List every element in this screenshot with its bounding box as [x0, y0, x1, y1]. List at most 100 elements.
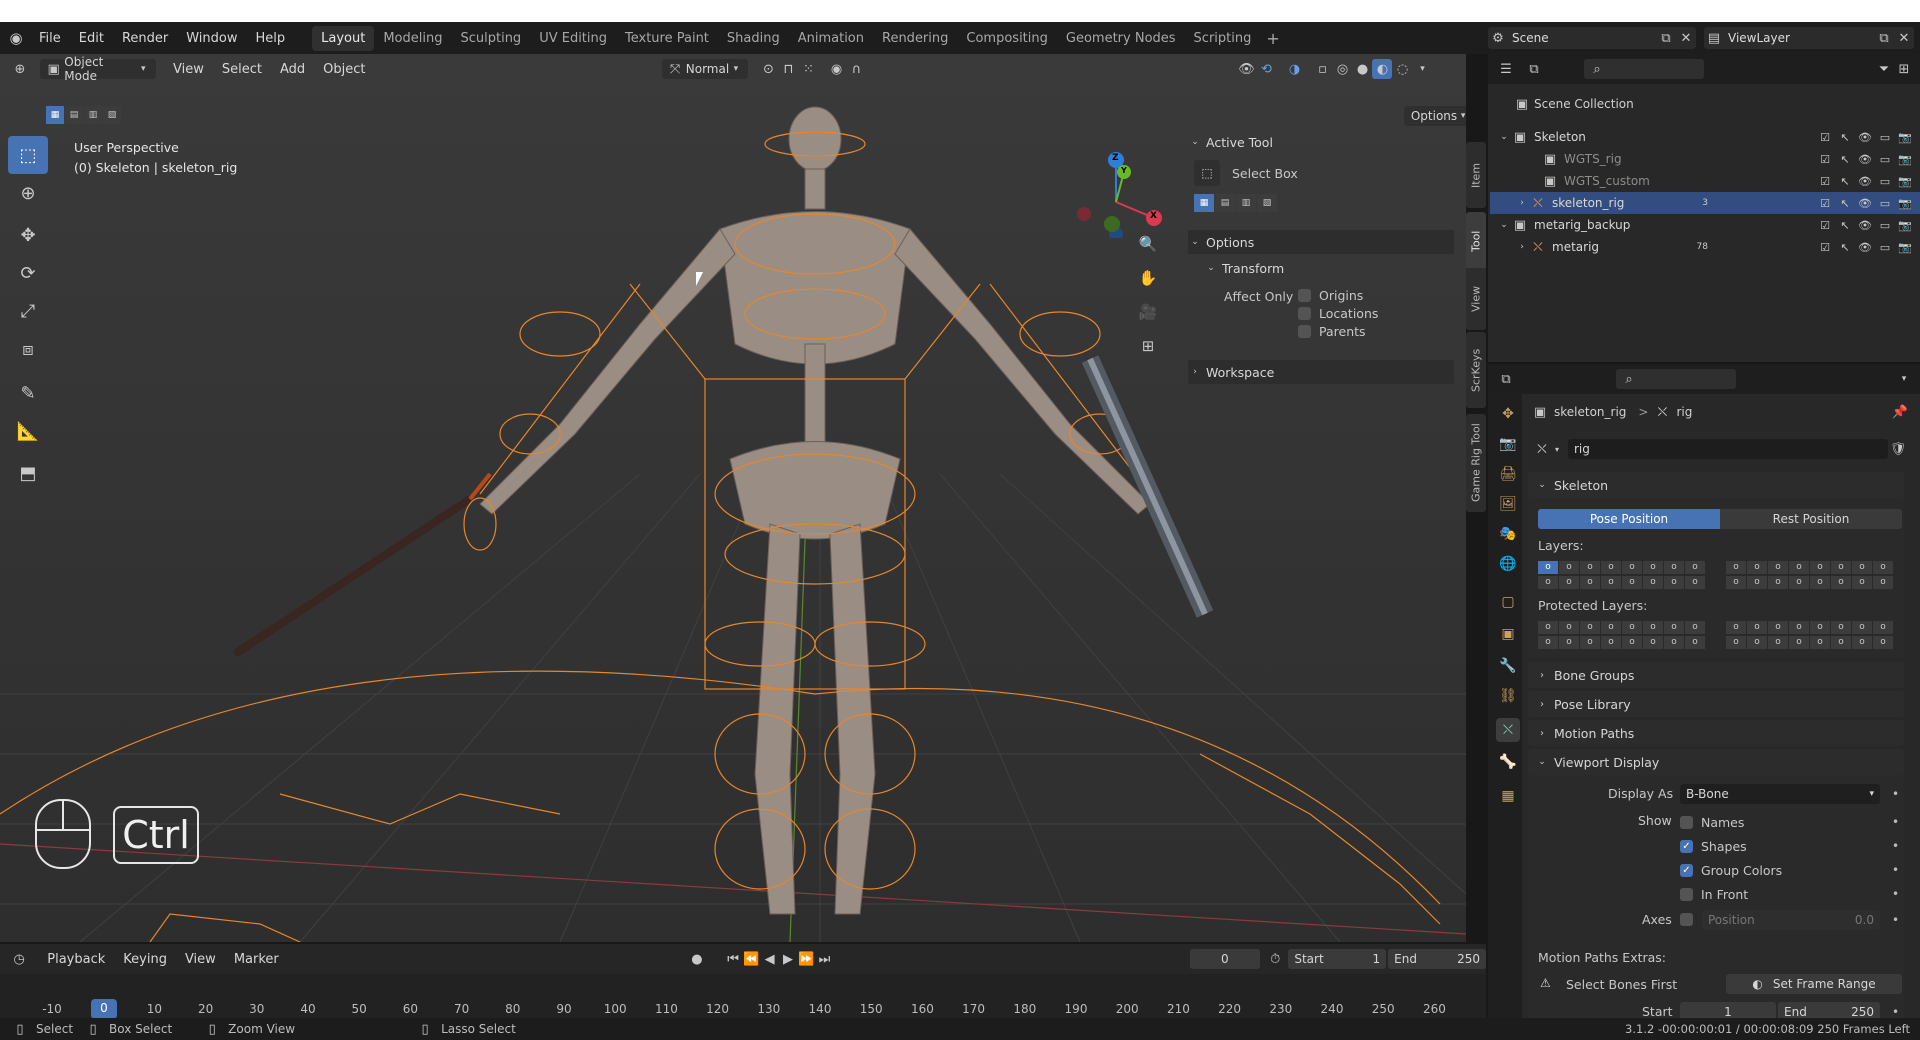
transform-tool[interactable]: ⧈ — [8, 330, 48, 368]
expand-arrow-icon[interactable]: ⌄ — [1498, 215, 1510, 235]
protected-layer-toggle[interactable]: o — [1726, 635, 1746, 649]
editor-type-icon[interactable]: ⊕ — [10, 59, 30, 79]
overlay-toggle-icon[interactable]: ◑ — [1284, 59, 1304, 79]
world-tab-icon[interactable]: 🌐 — [1496, 552, 1520, 576]
bone-layer-toggle[interactable]: o — [1643, 560, 1663, 574]
motion-paths-section[interactable]: › Motion Paths — [1528, 720, 1904, 746]
affect-locations[interactable]: Locations — [1298, 304, 1378, 322]
checkbox-icon[interactable]: ☑ — [1818, 219, 1832, 232]
expand-arrow-icon[interactable] — [1516, 149, 1528, 169]
protected-layer-toggle[interactable]: o — [1601, 620, 1621, 634]
timeline-menu-view[interactable]: View — [176, 952, 225, 967]
outliner-row-skeleton[interactable]: ⌄ ▣ Skeleton ☑ ↖ 👁 ▭ 📷 — [1490, 126, 1920, 148]
affect-origins[interactable]: Origins — [1298, 286, 1378, 304]
display-as-dropdown[interactable]: B-Bone ▾ — [1680, 784, 1880, 804]
protected-layer-toggle[interactable]: o — [1622, 620, 1642, 634]
sidebar-tab-item[interactable]: Item — [1466, 142, 1486, 208]
protected-layer-toggle[interactable]: o — [1873, 620, 1893, 634]
tab-texture-paint[interactable]: Texture Paint — [616, 26, 718, 51]
tool-mode-extend-icon[interactable]: ▤ — [1215, 194, 1235, 212]
menu-file[interactable]: File — [30, 31, 70, 46]
protected-layer-toggle[interactable]: o — [1810, 635, 1830, 649]
sidebar-tab-scrkeys[interactable]: ScrKeys — [1466, 332, 1486, 408]
current-frame-field[interactable]: 0 — [1189, 949, 1261, 969]
view-layer-tab-icon[interactable]: 🖼 — [1496, 492, 1520, 516]
protected-layer-toggle[interactable]: o — [1831, 635, 1851, 649]
bone-layer-toggle[interactable]: o — [1873, 560, 1893, 574]
menu-edit[interactable]: Edit — [70, 31, 113, 46]
shading-options-icon[interactable]: ▾ — [1412, 59, 1432, 79]
ortho-grid-icon[interactable]: ⊞ — [1138, 336, 1158, 356]
bone-layer-toggle[interactable]: o — [1873, 575, 1893, 589]
keyframe-dot[interactable]: • — [1892, 863, 1899, 877]
outliner-row-skeleton-rig[interactable]: › ⛌ skeleton_rig 3 ☑ ↖ 👁 ▭ 📷 — [1490, 192, 1920, 214]
tab-compositing[interactable]: Compositing — [957, 26, 1057, 51]
camera-icon[interactable]: 📷 — [1898, 219, 1912, 232]
axes-position-field[interactable]: Position 0.0 — [1702, 910, 1880, 930]
bone-layer-toggle[interactable]: o — [1538, 560, 1558, 574]
bone-layer-toggle[interactable]: o — [1747, 575, 1767, 589]
eye-icon[interactable]: 👁 — [1858, 175, 1872, 188]
data-name-input[interactable]: rig — [1568, 439, 1888, 459]
select-invert-icon[interactable]: ▧ — [103, 106, 121, 124]
data-block-field[interactable]: ⛌ ▾ rig 🛡 — [1532, 438, 1908, 460]
tab-scripting[interactable]: Scripting — [1185, 26, 1261, 51]
protected-layer-toggle[interactable]: o — [1643, 635, 1663, 649]
protected-layer-toggle[interactable]: o — [1789, 620, 1809, 634]
bone-layer-toggle[interactable]: o — [1789, 575, 1809, 589]
navigation-gizmo[interactable]: Z X Y — [1070, 142, 1166, 241]
new-scene-icon[interactable]: ⧉ — [1656, 28, 1676, 48]
axes-checkbox[interactable] — [1680, 913, 1693, 926]
protected-layer-toggle[interactable]: o — [1768, 620, 1788, 634]
protected-layer-toggle[interactable]: o — [1622, 635, 1642, 649]
sidebar-tab-game-rig-tool[interactable]: Game Rig Tool — [1466, 414, 1486, 512]
properties-editor-icon[interactable]: ⧉ — [1496, 369, 1516, 389]
new-collection-icon[interactable]: ⊞ — [1894, 59, 1914, 79]
options-header[interactable]: ⌄ Options — [1188, 230, 1454, 254]
tool-mode-subtract-icon[interactable]: ▥ — [1236, 194, 1256, 212]
blender-logo-icon[interactable]: ◉ — [6, 28, 26, 48]
mode-dropdown[interactable]: ▣ Object Mode ▾ — [40, 55, 156, 83]
bone-layer-toggle[interactable]: o — [1685, 560, 1705, 574]
protected-layer-toggle[interactable]: o — [1852, 635, 1872, 649]
bone-layer-toggle[interactable]: o — [1559, 560, 1579, 574]
outliner-editor-icon[interactable]: ☰ — [1496, 59, 1516, 79]
show-in-front[interactable]: In Front • — [1680, 882, 1899, 906]
falloff-icon[interactable]: ∩ — [846, 59, 866, 79]
next-keyframe-icon[interactable]: ⏩ — [797, 949, 815, 969]
select-box-tool[interactable]: ⬚ — [8, 136, 48, 174]
bone-layer-toggle[interactable]: o — [1580, 575, 1600, 589]
snap-icon[interactable]: ⊓ — [778, 59, 798, 79]
texture-tab-icon[interactable]: ▦ — [1496, 784, 1520, 808]
cursor-tool[interactable]: ⊕ — [8, 174, 48, 212]
tab-modeling[interactable]: Modeling — [374, 26, 451, 51]
checkbox-icon[interactable]: ☑ — [1818, 175, 1832, 188]
rendered-shading-icon[interactable]: ◌ — [1392, 59, 1412, 79]
checkbox-icon[interactable]: ☑ — [1818, 241, 1832, 254]
protected-layer-toggle[interactable]: o — [1580, 620, 1600, 634]
keyframe-dot[interactable]: • — [1892, 839, 1899, 853]
move-tool[interactable]: ✥ — [8, 216, 48, 254]
add-workspace-button[interactable]: + — [1266, 29, 1279, 48]
bone-layer-toggle[interactable]: o — [1622, 560, 1642, 574]
scene-collection-row[interactable]: ▣ Scene Collection — [1514, 94, 1634, 114]
tab-animation[interactable]: Animation — [789, 26, 873, 51]
viewport-menu-view[interactable]: View — [164, 62, 213, 77]
transform-header[interactable]: ⌄ Transform — [1204, 256, 1284, 280]
output-tab-icon[interactable]: 🖨 — [1496, 462, 1520, 486]
protected-layer-toggle[interactable]: o — [1559, 620, 1579, 634]
constraints-tab-icon[interactable]: ⛓ — [1496, 684, 1520, 708]
select-box-icon[interactable]: ⬚ — [1194, 160, 1220, 186]
protected-layer-toggle[interactable]: o — [1873, 635, 1893, 649]
bone-layer-toggle[interactable]: o — [1685, 575, 1705, 589]
eye-icon[interactable]: 👁 — [1858, 131, 1872, 144]
workspace-header[interactable]: › Workspace — [1188, 360, 1454, 384]
breadcrumb-data[interactable]: rig — [1676, 405, 1692, 419]
viewport-menu-select[interactable]: Select — [213, 62, 271, 77]
expand-arrow-icon[interactable] — [1516, 171, 1528, 191]
visibility-icon[interactable]: 👁 — [1236, 59, 1256, 79]
protected-layer-toggle[interactable]: o — [1538, 620, 1558, 634]
timeline-menu-marker[interactable]: Marker — [225, 952, 288, 967]
outliner-search[interactable]: ⌕ — [1584, 59, 1704, 79]
expand-arrow-icon[interactable]: › — [1516, 237, 1528, 257]
